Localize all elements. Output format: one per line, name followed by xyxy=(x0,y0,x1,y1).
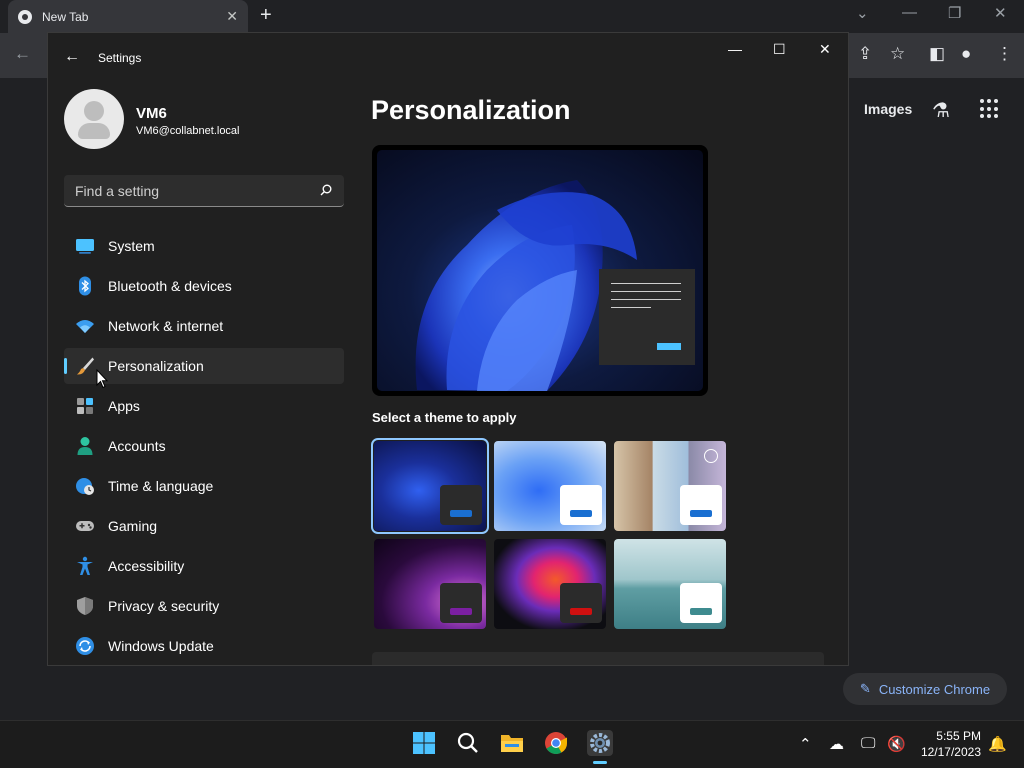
close-icon[interactable]: ✕ xyxy=(819,41,831,58)
bookmark-star-icon[interactable]: ☆ xyxy=(890,44,905,64)
settings-title-bar: ← Settings — ☐ ✕ xyxy=(48,33,848,81)
sidebar-item-label: Time & language xyxy=(108,478,214,494)
settings-window-title: Settings xyxy=(98,51,142,65)
customize-chrome-label: Customize Chrome xyxy=(878,681,991,697)
chrome-menu-icon[interactable]: ⋮ xyxy=(996,44,1013,64)
clock-time[interactable]: 5:55 PM xyxy=(919,729,981,743)
volume-muted-icon[interactable]: 🔇 xyxy=(887,735,906,753)
slideshow-icon xyxy=(704,449,718,463)
sidebar-item-network[interactable]: Network & internet xyxy=(64,308,344,344)
minimize-icon[interactable]: — xyxy=(728,41,742,57)
theme-glow[interactable] xyxy=(374,539,486,629)
chrome-back-icon[interactable]: ← xyxy=(14,44,31,64)
next-setting-card[interactable] xyxy=(372,652,824,665)
sidebar-item-label: Network & internet xyxy=(108,318,224,334)
search-input[interactable] xyxy=(64,175,344,206)
avatar[interactable] xyxy=(64,89,124,149)
show-hidden-icons-icon[interactable]: ⌃ xyxy=(799,735,812,753)
shield-icon xyxy=(77,597,93,615)
sidebar-item-gaming[interactable]: Gaming xyxy=(64,508,344,544)
labs-flask-icon[interactable]: ⚗ xyxy=(932,98,950,123)
find-setting-box xyxy=(64,175,344,207)
chrome-icon[interactable] xyxy=(543,730,569,756)
images-link[interactable]: Images xyxy=(864,101,912,117)
theme-flow[interactable] xyxy=(614,539,726,629)
sidebar-item-label: Accounts xyxy=(108,438,166,454)
update-icon xyxy=(76,637,94,655)
settings-icon[interactable] xyxy=(587,730,613,756)
accessibility-icon xyxy=(77,556,93,575)
sidebar-item-label: System xyxy=(108,238,155,254)
profile-name: VM6 xyxy=(136,105,167,122)
pencil-icon: ✎ xyxy=(859,681,871,696)
sidebar-item-apps[interactable]: Apps xyxy=(64,388,344,424)
share-icon[interactable]: ⇪ xyxy=(858,44,872,64)
preview-dialog xyxy=(599,269,695,365)
gamepad-icon xyxy=(76,521,94,531)
new-tab-button[interactable]: + xyxy=(260,4,272,27)
sidebar-item-accounts[interactable]: Accounts xyxy=(64,428,344,464)
start-icon[interactable] xyxy=(411,730,437,756)
sidebar-item-label: Accessibility xyxy=(108,558,185,574)
chrome-favicon-icon xyxy=(18,9,32,24)
search-icon[interactable] xyxy=(455,730,481,756)
back-arrow-icon[interactable]: ← xyxy=(64,48,80,66)
sidebar-item-bluetooth[interactable]: Bluetooth & devices xyxy=(64,268,344,304)
chrome-restore-icon[interactable]: ❐ xyxy=(948,4,961,22)
globe-clock-icon xyxy=(76,478,94,495)
sidebar-item-label: Personalization xyxy=(108,358,204,374)
sidebar-item-privacy-security[interactable]: Privacy & security xyxy=(64,588,344,624)
chrome-minimize-icon[interactable]: — xyxy=(902,4,917,21)
sidebar-item-label: Gaming xyxy=(108,518,158,534)
theme-preview xyxy=(372,145,708,396)
close-tab-icon[interactable]: ✕ xyxy=(226,8,238,25)
themes-label: Select a theme to apply xyxy=(372,410,517,425)
file-explorer-icon[interactable] xyxy=(499,730,525,756)
chrome-close-icon[interactable]: ✕ xyxy=(994,4,1007,22)
person-icon xyxy=(77,437,93,455)
profile-icon[interactable]: ● xyxy=(961,44,971,64)
theme-spotlight[interactable] xyxy=(614,441,726,531)
google-apps-icon[interactable] xyxy=(980,99,1000,119)
theme-light-bloom[interactable] xyxy=(494,441,606,531)
search-icon[interactable] xyxy=(320,184,332,196)
chrome-tab-title: New Tab xyxy=(42,9,89,24)
mouse-cursor-icon xyxy=(96,369,108,389)
network-icon[interactable]: 🖵 xyxy=(861,735,875,752)
tab-search-icon[interactable]: ⌄ xyxy=(856,4,869,22)
maximize-icon[interactable]: ☐ xyxy=(773,41,786,58)
sidebar-item-label: Privacy & security xyxy=(108,598,220,614)
theme-dark-bloom[interactable] xyxy=(371,438,489,534)
sidebar-item-label: Apps xyxy=(108,398,140,414)
settings-window: ← Settings — ☐ ✕ VM6 VM6@collabnet.local… xyxy=(47,32,849,666)
sidebar-item-accessibility[interactable]: Accessibility xyxy=(64,548,344,584)
sidebar-item-windows-update[interactable]: Windows Update xyxy=(64,628,344,664)
side-panel-icon[interactable]: ◧ xyxy=(929,44,945,64)
notification-bell-icon[interactable]: 🔔 xyxy=(988,735,1007,753)
monitor-icon xyxy=(76,239,94,254)
sidebar-item-system[interactable]: System xyxy=(64,228,344,264)
sidebar-item-time-language[interactable]: Time & language xyxy=(64,468,344,504)
sidebar-item-label: Windows Update xyxy=(108,638,214,654)
sidebar-item-label: Bluetooth & devices xyxy=(108,278,232,294)
theme-captured-motion[interactable] xyxy=(494,539,606,629)
wifi-icon xyxy=(76,320,94,333)
page-title: Personalization xyxy=(371,95,571,125)
clock-date[interactable]: 12/17/2023 xyxy=(909,745,981,759)
bluetooth-icon xyxy=(79,276,91,296)
apps-icon xyxy=(77,398,93,414)
chrome-tab-strip: New Tab ✕ + ⌄ — ❐ ✕ xyxy=(0,0,1024,33)
active-app-indicator xyxy=(593,761,607,764)
customize-chrome-button[interactable]: ✎ Customize Chrome xyxy=(843,673,1007,705)
settings-nav: System Bluetooth & devices Network & int… xyxy=(64,228,344,665)
onedrive-icon[interactable]: ☁ xyxy=(829,735,844,753)
paintbrush-icon xyxy=(77,357,94,375)
chrome-tab-new-tab[interactable]: New Tab ✕ xyxy=(8,0,248,33)
profile-email: VM6@collabnet.local xyxy=(136,125,240,137)
